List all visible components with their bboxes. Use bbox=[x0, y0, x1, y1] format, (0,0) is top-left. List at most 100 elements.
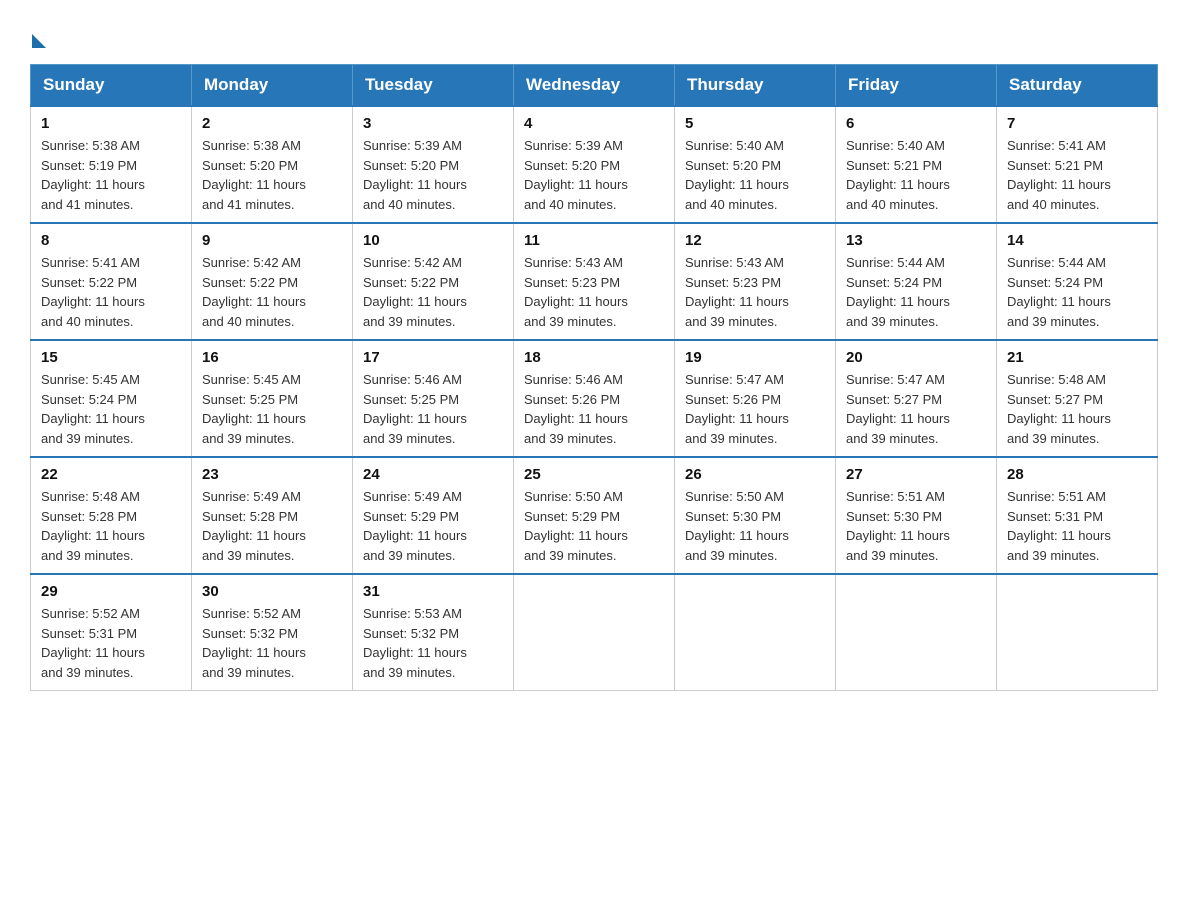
day-info: Sunrise: 5:39 AMSunset: 5:20 PMDaylight:… bbox=[363, 136, 503, 214]
day-info: Sunrise: 5:44 AMSunset: 5:24 PMDaylight:… bbox=[1007, 253, 1147, 331]
day-info: Sunrise: 5:41 AMSunset: 5:22 PMDaylight:… bbox=[41, 253, 181, 331]
day-number: 30 bbox=[202, 583, 342, 600]
day-info: Sunrise: 5:38 AMSunset: 5:20 PMDaylight:… bbox=[202, 136, 342, 214]
day-number: 3 bbox=[363, 115, 503, 132]
day-info: Sunrise: 5:43 AMSunset: 5:23 PMDaylight:… bbox=[685, 253, 825, 331]
day-number: 21 bbox=[1007, 349, 1147, 366]
day-number: 9 bbox=[202, 232, 342, 249]
calendar-cell: 26 Sunrise: 5:50 AMSunset: 5:30 PMDayligh… bbox=[675, 457, 836, 574]
day-number: 25 bbox=[524, 466, 664, 483]
day-number: 18 bbox=[524, 349, 664, 366]
day-info: Sunrise: 5:38 AMSunset: 5:19 PMDaylight:… bbox=[41, 136, 181, 214]
calendar-cell: 21Sunrise: 5:48 AMSunset: 5:27 PMDayligh… bbox=[997, 340, 1158, 457]
day-info: Sunrise: 5:48 AMSunset: 5:28 PMDaylight:… bbox=[41, 487, 181, 565]
day-info: Sunrise: 5:43 AMSunset: 5:23 PMDaylight:… bbox=[524, 253, 664, 331]
calendar-cell: 17 Sunrise: 5:46 AMSunset: 5:25 PMDayligh… bbox=[353, 340, 514, 457]
page-header bbox=[30, 30, 1158, 44]
day-info: Sunrise: 5:46 AMSunset: 5:25 PMDaylight:… bbox=[363, 370, 503, 448]
day-number: 24 bbox=[363, 466, 503, 483]
day-number: 5 bbox=[685, 115, 825, 132]
calendar-header-sunday: Sunday bbox=[31, 65, 192, 107]
day-number: 14 bbox=[1007, 232, 1147, 249]
day-number: 17 bbox=[363, 349, 503, 366]
calendar-cell: 25Sunrise: 5:50 AMSunset: 5:29 PMDayligh… bbox=[514, 457, 675, 574]
day-number: 4 bbox=[524, 115, 664, 132]
calendar-header-monday: Monday bbox=[192, 65, 353, 107]
calendar-week-row: 15 Sunrise: 5:45 AMSunset: 5:24 PMDayligh… bbox=[31, 340, 1158, 457]
logo-arrow-icon bbox=[32, 34, 46, 48]
calendar-cell: 29 Sunrise: 5:52 AMSunset: 5:31 PMDayligh… bbox=[31, 574, 192, 691]
day-number: 29 bbox=[41, 583, 181, 600]
calendar-cell: 24 Sunrise: 5:49 AMSunset: 5:29 PMDayligh… bbox=[353, 457, 514, 574]
day-info: Sunrise: 5:47 AMSunset: 5:27 PMDaylight:… bbox=[846, 370, 986, 448]
calendar-cell: 13Sunrise: 5:44 AMSunset: 5:24 PMDayligh… bbox=[836, 223, 997, 340]
day-number: 20 bbox=[846, 349, 986, 366]
calendar-cell: 30 Sunrise: 5:52 AMSunset: 5:32 PMDayligh… bbox=[192, 574, 353, 691]
calendar-header-friday: Friday bbox=[836, 65, 997, 107]
day-number: 12 bbox=[685, 232, 825, 249]
calendar-cell: 2 Sunrise: 5:38 AMSunset: 5:20 PMDaylight… bbox=[192, 106, 353, 223]
calendar-cell: 23 Sunrise: 5:49 AMSunset: 5:28 PMDayligh… bbox=[192, 457, 353, 574]
calendar-cell bbox=[514, 574, 675, 691]
calendar-cell: 11 Sunrise: 5:43 AMSunset: 5:23 PMDayligh… bbox=[514, 223, 675, 340]
calendar-week-row: 1Sunrise: 5:38 AMSunset: 5:19 PMDaylight… bbox=[31, 106, 1158, 223]
calendar-header-saturday: Saturday bbox=[997, 65, 1158, 107]
day-info: Sunrise: 5:51 AMSunset: 5:30 PMDaylight:… bbox=[846, 487, 986, 565]
day-number: 23 bbox=[202, 466, 342, 483]
day-number: 11 bbox=[524, 232, 664, 249]
day-info: Sunrise: 5:44 AMSunset: 5:24 PMDaylight:… bbox=[846, 253, 986, 331]
calendar-week-row: 8 Sunrise: 5:41 AMSunset: 5:22 PMDaylight… bbox=[31, 223, 1158, 340]
day-info: Sunrise: 5:42 AMSunset: 5:22 PMDaylight:… bbox=[202, 253, 342, 331]
day-info: Sunrise: 5:45 AMSunset: 5:24 PMDaylight:… bbox=[41, 370, 181, 448]
calendar-cell: 14 Sunrise: 5:44 AMSunset: 5:24 PMDayligh… bbox=[997, 223, 1158, 340]
calendar-week-row: 22 Sunrise: 5:48 AMSunset: 5:28 PMDayligh… bbox=[31, 457, 1158, 574]
day-info: Sunrise: 5:45 AMSunset: 5:25 PMDaylight:… bbox=[202, 370, 342, 448]
day-info: Sunrise: 5:46 AMSunset: 5:26 PMDaylight:… bbox=[524, 370, 664, 448]
calendar-table: SundayMondayTuesdayWednesdayThursdayFrid… bbox=[30, 64, 1158, 691]
day-info: Sunrise: 5:40 AMSunset: 5:20 PMDaylight:… bbox=[685, 136, 825, 214]
day-info: Sunrise: 5:49 AMSunset: 5:28 PMDaylight:… bbox=[202, 487, 342, 565]
calendar-header-wednesday: Wednesday bbox=[514, 65, 675, 107]
day-info: Sunrise: 5:41 AMSunset: 5:21 PMDaylight:… bbox=[1007, 136, 1147, 214]
logo-text bbox=[30, 30, 46, 48]
calendar-header-tuesday: Tuesday bbox=[353, 65, 514, 107]
day-number: 31 bbox=[363, 583, 503, 600]
day-info: Sunrise: 5:52 AMSunset: 5:31 PMDaylight:… bbox=[41, 604, 181, 682]
calendar-cell: 12 Sunrise: 5:43 AMSunset: 5:23 PMDayligh… bbox=[675, 223, 836, 340]
calendar-header-thursday: Thursday bbox=[675, 65, 836, 107]
day-number: 10 bbox=[363, 232, 503, 249]
day-number: 6 bbox=[846, 115, 986, 132]
day-number: 26 bbox=[685, 466, 825, 483]
day-number: 2 bbox=[202, 115, 342, 132]
day-info: Sunrise: 5:49 AMSunset: 5:29 PMDaylight:… bbox=[363, 487, 503, 565]
calendar-cell: 7Sunrise: 5:41 AMSunset: 5:21 PMDaylight… bbox=[997, 106, 1158, 223]
day-info: Sunrise: 5:52 AMSunset: 5:32 PMDaylight:… bbox=[202, 604, 342, 682]
calendar-cell bbox=[675, 574, 836, 691]
day-number: 15 bbox=[41, 349, 181, 366]
day-info: Sunrise: 5:40 AMSunset: 5:21 PMDaylight:… bbox=[846, 136, 986, 214]
calendar-cell: 5 Sunrise: 5:40 AMSunset: 5:20 PMDaylight… bbox=[675, 106, 836, 223]
day-info: Sunrise: 5:47 AMSunset: 5:26 PMDaylight:… bbox=[685, 370, 825, 448]
calendar-cell: 10 Sunrise: 5:42 AMSunset: 5:22 PMDayligh… bbox=[353, 223, 514, 340]
day-info: Sunrise: 5:51 AMSunset: 5:31 PMDaylight:… bbox=[1007, 487, 1147, 565]
calendar-cell: 22 Sunrise: 5:48 AMSunset: 5:28 PMDayligh… bbox=[31, 457, 192, 574]
day-info: Sunrise: 5:53 AMSunset: 5:32 PMDaylight:… bbox=[363, 604, 503, 682]
calendar-cell bbox=[997, 574, 1158, 691]
calendar-cell: 16Sunrise: 5:45 AMSunset: 5:25 PMDayligh… bbox=[192, 340, 353, 457]
day-info: Sunrise: 5:50 AMSunset: 5:30 PMDaylight:… bbox=[685, 487, 825, 565]
day-number: 22 bbox=[41, 466, 181, 483]
calendar-cell: 9 Sunrise: 5:42 AMSunset: 5:22 PMDaylight… bbox=[192, 223, 353, 340]
calendar-cell: 19 Sunrise: 5:47 AMSunset: 5:26 PMDayligh… bbox=[675, 340, 836, 457]
day-info: Sunrise: 5:42 AMSunset: 5:22 PMDaylight:… bbox=[363, 253, 503, 331]
day-number: 28 bbox=[1007, 466, 1147, 483]
logo bbox=[30, 30, 46, 44]
calendar-cell: 1Sunrise: 5:38 AMSunset: 5:19 PMDaylight… bbox=[31, 106, 192, 223]
day-number: 19 bbox=[685, 349, 825, 366]
day-number: 27 bbox=[846, 466, 986, 483]
day-info: Sunrise: 5:39 AMSunset: 5:20 PMDaylight:… bbox=[524, 136, 664, 214]
calendar-cell: 28 Sunrise: 5:51 AMSunset: 5:31 PMDayligh… bbox=[997, 457, 1158, 574]
day-number: 8 bbox=[41, 232, 181, 249]
calendar-cell: 4 Sunrise: 5:39 AMSunset: 5:20 PMDaylight… bbox=[514, 106, 675, 223]
calendar-cell: 3 Sunrise: 5:39 AMSunset: 5:20 PMDaylight… bbox=[353, 106, 514, 223]
calendar-header-row: SundayMondayTuesdayWednesdayThursdayFrid… bbox=[31, 65, 1158, 107]
